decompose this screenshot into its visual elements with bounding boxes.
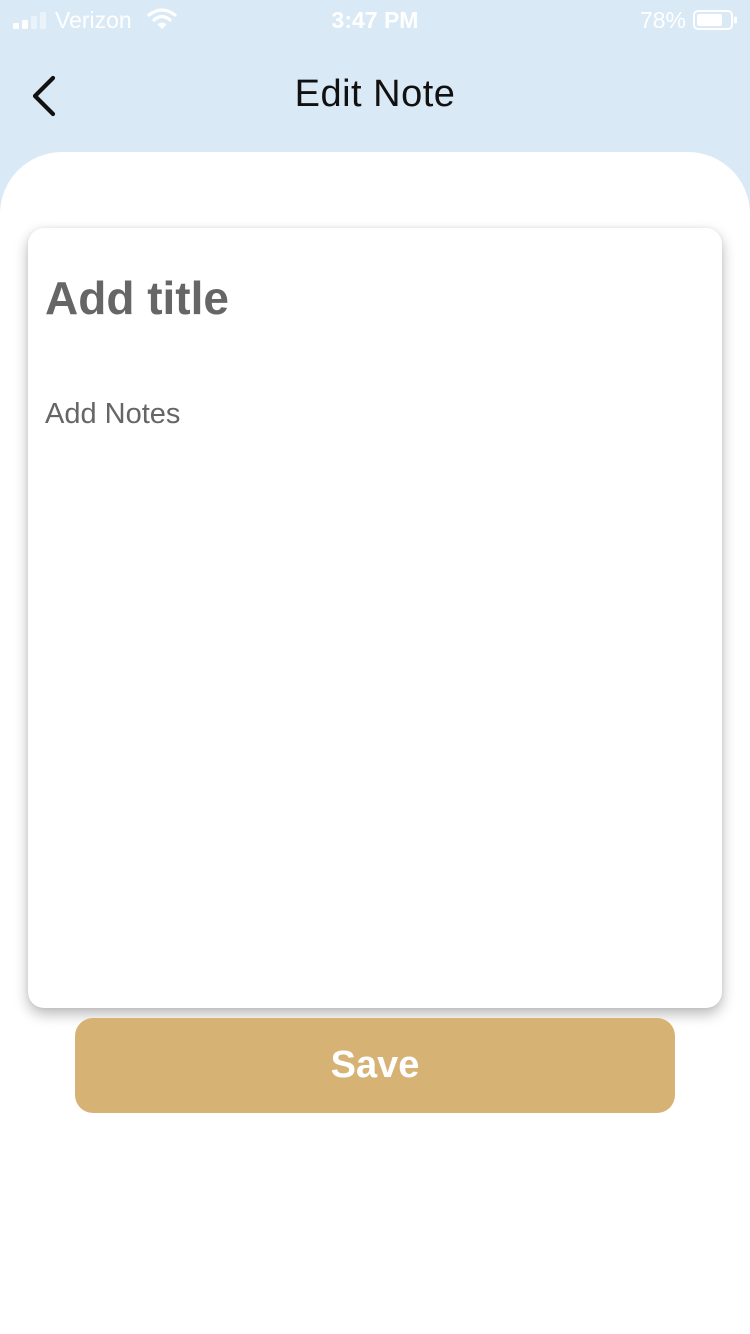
note-title-input[interactable] (45, 268, 695, 328)
battery-percent: 78% (639, 7, 686, 33)
note-body-input[interactable] (45, 398, 695, 978)
battery-icon (693, 10, 737, 30)
header: Edit Note (0, 40, 750, 152)
status-bar: Verizon 3:47 PM 78% (0, 0, 750, 40)
page-title: Edit Note (294, 73, 456, 115)
content-sheet: Save (0, 152, 750, 1334)
save-button[interactable]: Save (75, 1018, 675, 1113)
note-card (28, 228, 722, 1008)
status-time: 3:47 PM (331, 7, 419, 33)
